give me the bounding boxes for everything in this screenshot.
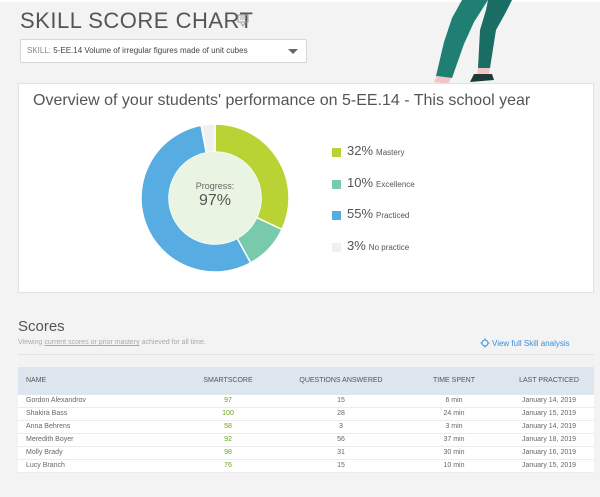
scores-subtitle-pre: Viewing bbox=[18, 339, 45, 346]
smartscore-cell: 92 bbox=[224, 436, 232, 443]
column-header-last-practiced[interactable]: LAST PRACTICED bbox=[504, 367, 594, 395]
skill-select-value: 5-EE.14 Volume of irregular figures made… bbox=[53, 46, 248, 55]
time-spent-cell: 3 min bbox=[445, 423, 463, 430]
last-practiced-cell: January 18, 2019 bbox=[521, 436, 577, 443]
analysis-icon[interactable] bbox=[480, 338, 490, 348]
table-row[interactable]: Shakira Bass 100 28 24 min January 15, 2019 bbox=[18, 408, 594, 421]
skill-select-prefix: SKILL: bbox=[27, 46, 52, 55]
smartscore-cell: 98 bbox=[224, 449, 232, 456]
divider bbox=[18, 354, 594, 355]
last-practiced-cell: January 14, 2019 bbox=[521, 397, 577, 404]
time-spent-cell: 6 min bbox=[445, 397, 463, 404]
questions-answered-cell: 56 bbox=[337, 436, 345, 443]
column-header-smartscore[interactable]: SMARTSCORE bbox=[178, 367, 278, 395]
column-header-name[interactable]: NAME bbox=[26, 367, 46, 395]
skill-select[interactable]: SKILL: 5-EE.14 Volume of irregular figur… bbox=[20, 39, 307, 63]
legend-swatch bbox=[332, 180, 341, 189]
questions-answered-cell: 31 bbox=[337, 449, 345, 456]
scores-table: NAME SMARTSCORE QUESTIONS ANSWERED TIME … bbox=[18, 367, 594, 473]
table-row[interactable]: Molly Brady 98 31 30 min January 16, 2019 bbox=[18, 447, 594, 460]
legend-swatch bbox=[332, 243, 341, 252]
table-row[interactable]: Meredith Boyer 92 56 37 min January 18, 2019 bbox=[18, 434, 594, 447]
questions-answered-cell: 3 bbox=[339, 423, 343, 430]
student-name-cell[interactable]: Molly Brady bbox=[26, 447, 63, 459]
time-spent-cell: 24 min bbox=[443, 410, 465, 417]
last-practiced-cell: January 14, 2019 bbox=[521, 423, 577, 430]
progress-label: Progress: bbox=[195, 181, 235, 191]
legend-name: No practice bbox=[368, 243, 410, 252]
last-practiced-cell: January 15, 2019 bbox=[521, 410, 577, 417]
smartscore-cell: 76 bbox=[224, 462, 232, 469]
table-row[interactable]: Gordon Alexandrov 97 15 6 min January 14, 20… bbox=[18, 395, 594, 408]
page-title: SKILL SCORE CHART bbox=[20, 8, 254, 33]
table-header: NAME SMARTSCORE QUESTIONS ANSWERED TIME … bbox=[18, 367, 594, 395]
student-name-cell[interactable]: Lucy Branch bbox=[26, 460, 65, 472]
column-header-time[interactable]: TIME SPENT bbox=[404, 367, 504, 395]
overview-title: Overview of your students' performance o… bbox=[33, 92, 531, 109]
scores-subtitle: Viewing current scores or prior mastery … bbox=[18, 339, 206, 346]
column-header-questions[interactable]: QUESTIONS ANSWERED bbox=[281, 367, 401, 395]
questions-answered-cell: 28 bbox=[337, 410, 345, 417]
prior-mastery-link[interactable]: current scores or prior mastery bbox=[44, 339, 139, 346]
last-practiced-cell: January 16, 2019 bbox=[521, 449, 577, 456]
legend-pct: 55% bbox=[347, 206, 374, 221]
legend-pct: 10% bbox=[347, 175, 374, 190]
last-practiced-cell: January 15, 2019 bbox=[521, 462, 577, 469]
table-row[interactable]: Lucy Branch 76 15 10 min January 15, 2019 bbox=[18, 460, 594, 473]
time-spent-cell: 37 min bbox=[443, 436, 465, 443]
student-name-cell[interactable]: Anna Behrens bbox=[26, 421, 70, 433]
legend-name: Excellence bbox=[376, 180, 415, 189]
questions-answered-cell: 15 bbox=[337, 397, 345, 404]
student-name-cell[interactable]: Shakira Bass bbox=[26, 408, 67, 420]
time-spent-cell: 10 min bbox=[443, 462, 465, 469]
questions-answered-cell: 15 bbox=[337, 462, 345, 469]
smartscore-cell: 100 bbox=[222, 410, 234, 417]
chevron-down-icon bbox=[288, 49, 298, 54]
print-icon[interactable] bbox=[236, 14, 250, 28]
legend-swatch bbox=[332, 148, 341, 157]
legend-name: Mastery bbox=[376, 148, 405, 157]
table-body: Gordon Alexandrov 97 15 6 min January 14, 20… bbox=[18, 395, 594, 473]
view-skill-analysis-link[interactable]: View full Skill analysis bbox=[492, 339, 570, 348]
table-row[interactable]: Anna Behrens 58 3 3 min January 14, 2019 bbox=[18, 421, 594, 434]
smartscore-cell: 58 bbox=[224, 423, 232, 430]
progress-value: 97% bbox=[198, 192, 232, 209]
overview-card: Overview of your students' performance o… bbox=[18, 83, 594, 293]
legend-swatch bbox=[332, 211, 341, 220]
legend-name: Practiced bbox=[376, 211, 410, 220]
smartscore-cell: 97 bbox=[224, 397, 232, 404]
legend-pct: 3% bbox=[347, 238, 366, 253]
scores-subtitle-post: achieved for all time. bbox=[139, 339, 206, 346]
time-spent-cell: 30 min bbox=[443, 449, 465, 456]
student-name-cell[interactable]: Gordon Alexandrov bbox=[26, 395, 86, 407]
scores-title: Scores bbox=[18, 318, 65, 335]
student-name-cell[interactable]: Meredith Boyer bbox=[26, 434, 73, 446]
character-legs-illustration bbox=[424, 0, 512, 90]
legend-pct: 32% bbox=[347, 143, 374, 158]
